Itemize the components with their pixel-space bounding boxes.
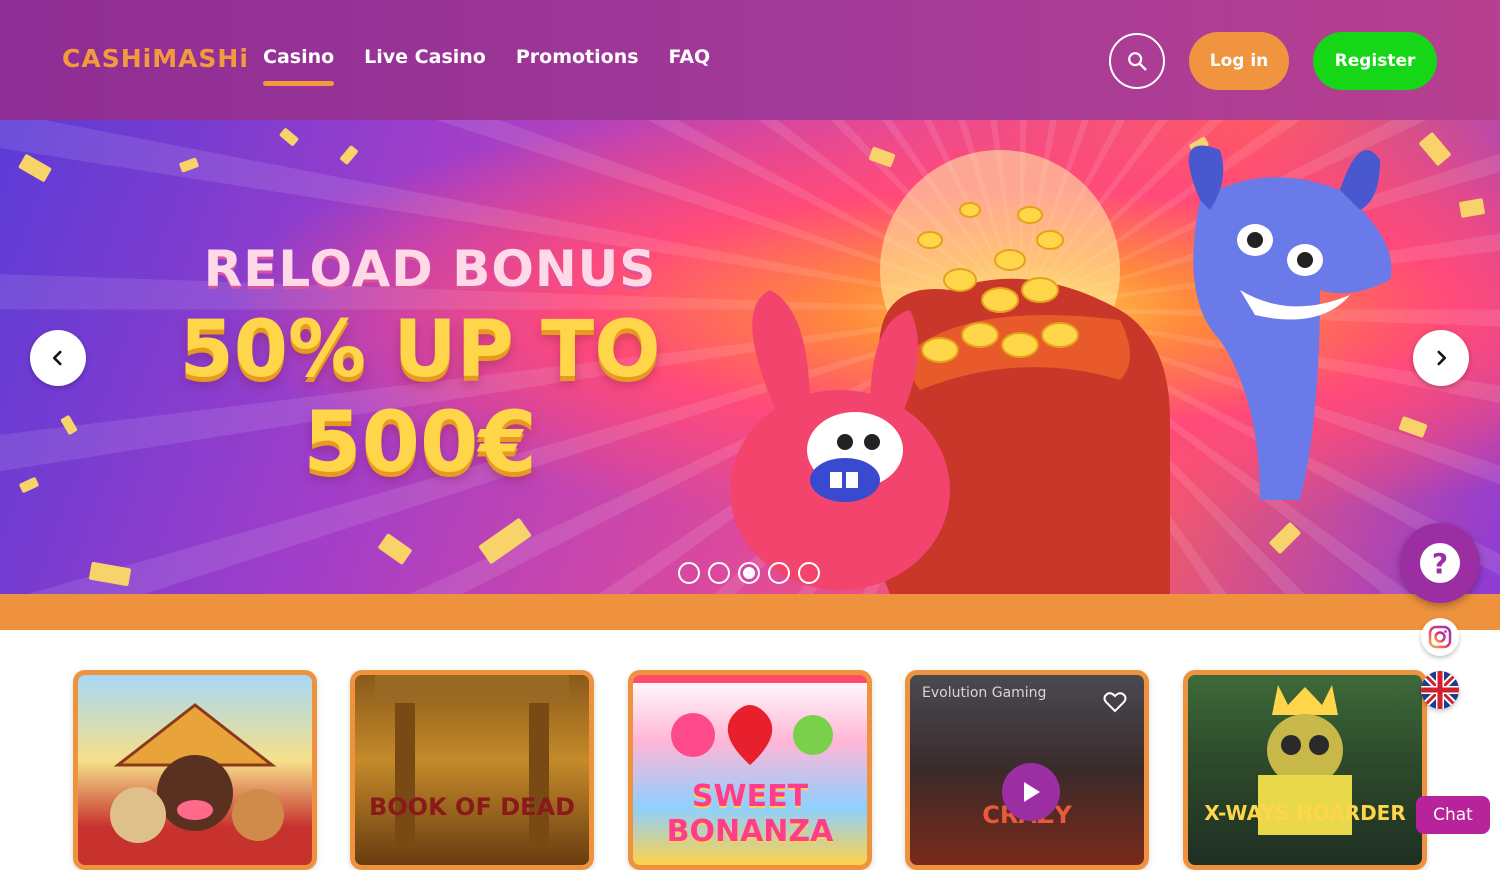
carousel-dot-2[interactable] [708,562,730,584]
register-button[interactable]: Register [1313,32,1437,90]
game-artwork [110,703,284,843]
promo-banner[interactable]: RELOAD BONUS 50% UP TO 500€ [0,120,1500,594]
game-title: BOOK OF DEAD [368,793,575,821]
main-nav: Casino Live Casino Promotions FAQ [263,46,711,86]
game-title: SWEET BONANZA [666,779,834,849]
help-button[interactable]: ? [1400,523,1480,603]
favorite-button[interactable] [1102,689,1128,715]
chat-button[interactable]: Chat [1416,796,1490,834]
promo-title: RELOAD BONUS [203,240,657,298]
search-button[interactable] [1109,33,1165,89]
carousel-dot-5[interactable] [798,562,820,584]
game-tile-crazy-time[interactable]: Evolution Gaming CRAZY [905,670,1149,870]
carousel-dot-4[interactable] [768,562,790,584]
game-tile-dog-house[interactable] [73,670,317,870]
instagram-icon [1428,625,1452,649]
game-tile-sweet-bonanza[interactable]: SWEET BONANZA [628,670,872,870]
carousel-prev-button[interactable] [30,330,86,386]
play-button[interactable] [1002,763,1060,821]
chevron-left-icon [52,350,62,366]
carousel-dot-3[interactable] [738,562,760,584]
heart-icon [1103,692,1127,713]
mascots-illustration [730,145,1392,594]
game-tile-xways-hoarder[interactable]: X-WAYS HOARDER [1183,670,1427,870]
promo-headline-line1: 50% UP TO [179,305,661,395]
nav-item-faq[interactable]: FAQ [669,46,711,80]
carousel-dot-1[interactable] [678,562,700,584]
promo-headline-line2: 500€ [303,393,537,491]
carousel-dots [678,562,820,584]
instagram-button[interactable] [1421,618,1459,656]
game-provider: Evolution Gaming [922,685,1047,701]
login-button[interactable]: Log in [1189,32,1289,90]
game-title: X-WAYS HOARDER [1204,801,1406,825]
carousel-next-button[interactable] [1413,330,1469,386]
question-icon: ? [1420,543,1460,583]
site-header: CASHiMASHi Casino Live Casino Promotions… [0,0,1500,120]
nav-item-promotions[interactable]: Promotions [516,46,639,80]
language-selector[interactable] [1421,671,1459,709]
nav-item-live-casino[interactable]: Live Casino [364,46,486,80]
uk-flag-icon [1421,671,1459,709]
chevron-right-icon [1437,350,1447,366]
search-icon [1128,52,1147,71]
nav-item-casino[interactable]: Casino [263,46,335,86]
banner-divider-bar [0,594,1500,630]
site-logo[interactable]: CASHiMASHi [62,44,249,73]
game-tile-book-of-dead[interactable]: BOOK OF DEAD [350,670,594,870]
play-icon [1024,782,1040,802]
